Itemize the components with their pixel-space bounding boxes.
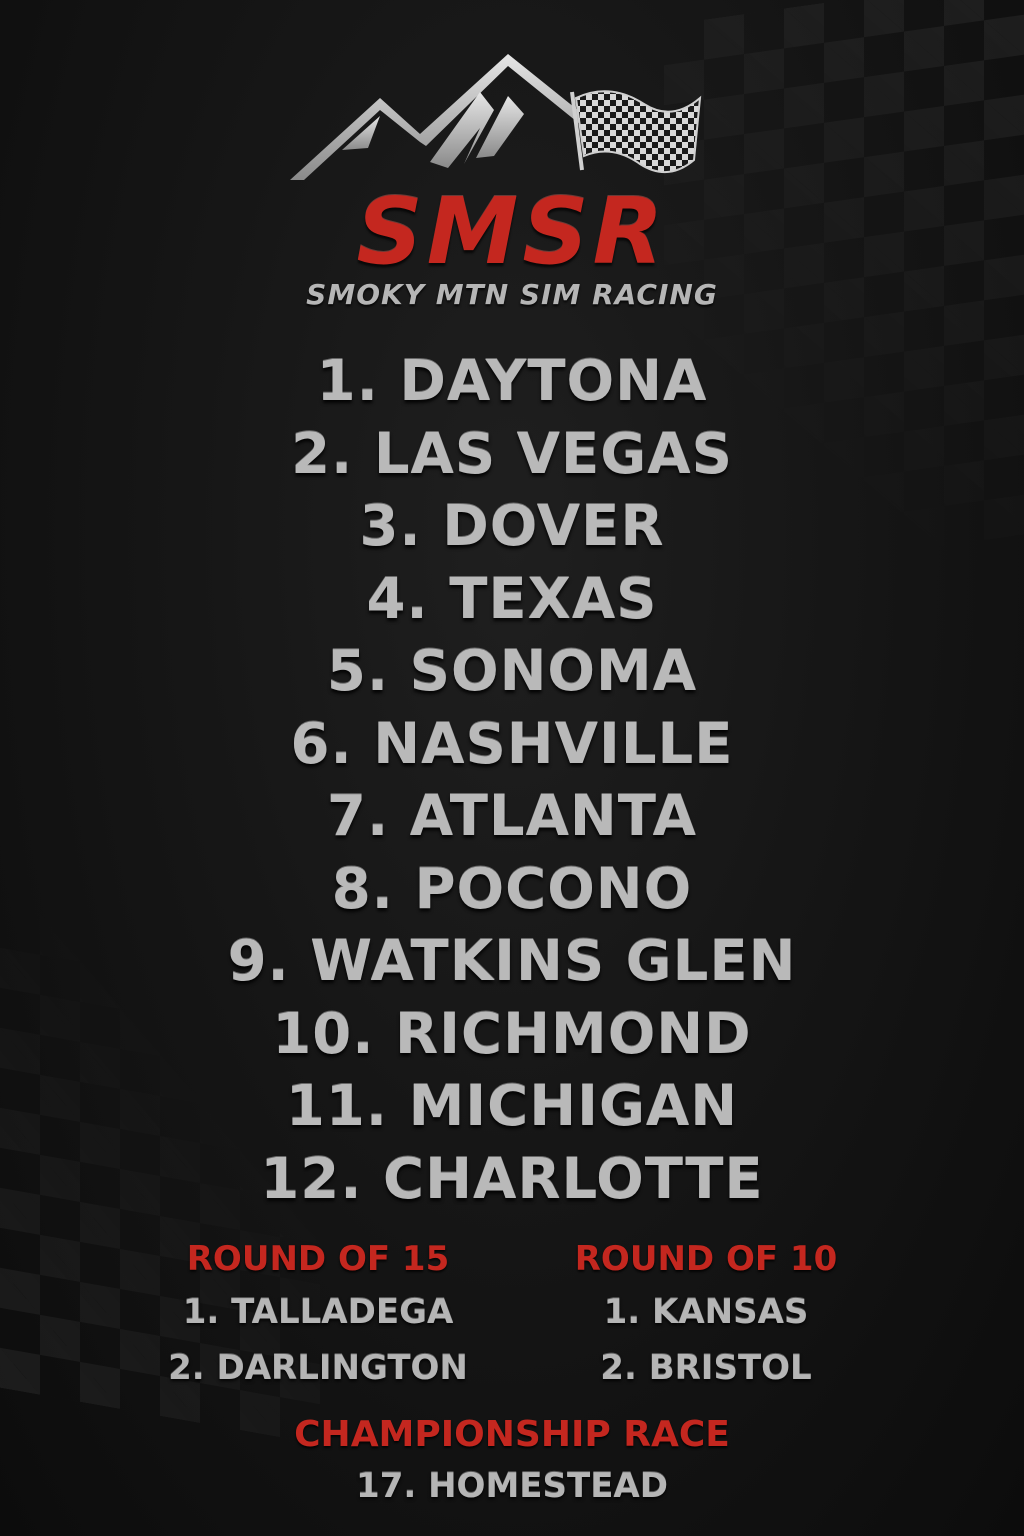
race-item: 3. DOVER [359,494,665,559]
playoff-rounds: ROUND OF 15 1. TALLADEGA 2. DARLINGTON R… [0,1234,1024,1394]
round-race-item: 2. DARLINGTON [168,1348,468,1388]
regular-season-list: 1. DAYTONA 2. LAS VEGAS 3. DOVER 4. TEXA… [0,346,1024,1216]
round-of-10-heading: ROUND OF 10 [574,1239,838,1279]
championship-section: CHAMPIONSHIP RACE 17. HOMESTEAD [0,1410,1024,1512]
round-race-item: 1. KANSAS [603,1292,809,1332]
race-item: 1. DAYTONA [316,349,708,414]
race-item: 11. MICHIGAN [285,1074,739,1139]
race-item: 6. NASHVILLE [290,711,734,777]
brand-title: SMSR [356,178,668,285]
round-of-15: ROUND OF 15 1. TALLADEGA 2. DARLINGTON [118,1234,518,1396]
round-race-item: 2. BRISTOL [600,1348,812,1388]
schedule-poster: SMSR SMOKY MTN SIM RACING 1. DAYTONA 2. … [0,0,1024,1536]
race-item: 10. RICHMOND [272,1001,752,1067]
championship-heading: CHAMPIONSHIP RACE [294,1414,730,1455]
race-item: 2. LAS VEGAS [291,421,733,487]
race-item: 9. WATKINS GLEN [227,929,797,994]
race-item: 5. SONOMA [326,639,698,704]
race-item: 8. POCONO [331,856,693,922]
logo: SMSR SMOKY MTN SIM RACING [0,52,1024,312]
round-of-15-heading: ROUND OF 15 [186,1239,450,1279]
round-of-10: ROUND OF 10 1. KANSAS 2. BRISTOL [506,1234,906,1396]
race-item: 7. ATLANTA [326,784,697,849]
race-item: 12. CHARLOTTE [260,1146,764,1212]
championship-race: 17. HOMESTEAD [356,1466,668,1506]
race-item: 4. TEXAS [366,566,658,632]
round-race-item: 1. TALLADEGA [182,1292,454,1332]
brand-tagline: SMOKY MTN SIM RACING [306,278,718,311]
